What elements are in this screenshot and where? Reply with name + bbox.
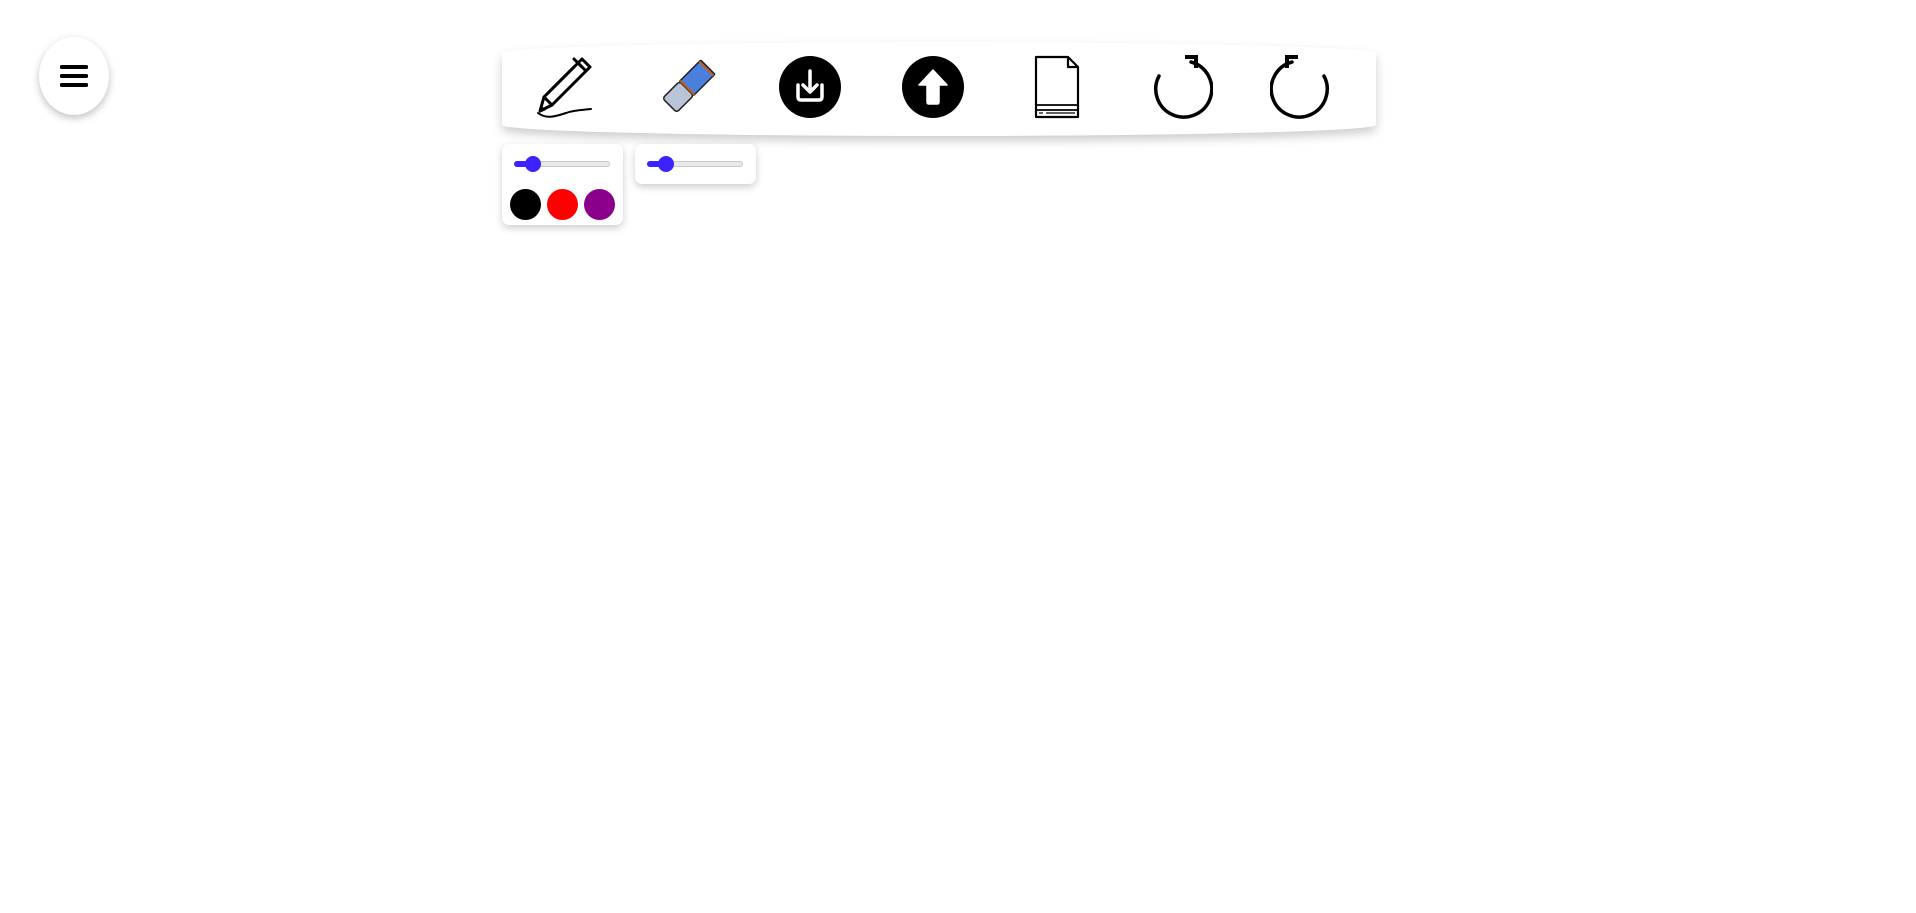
upload-icon [902, 56, 964, 118]
new-page-button[interactable] [1024, 54, 1090, 120]
pencil-icon [537, 57, 592, 118]
blank-page-icon [1034, 55, 1080, 119]
color-swatch-purple[interactable] [584, 189, 615, 220]
undo-button[interactable] [1147, 54, 1213, 120]
drawing-canvas[interactable] [0, 240, 1916, 913]
slider-thumb[interactable] [658, 156, 674, 172]
redo-icon [1270, 55, 1329, 119]
eraser-options-panel [635, 144, 756, 184]
color-swatch-black[interactable] [510, 189, 541, 220]
color-swatch-red[interactable] [547, 189, 578, 220]
menu-button[interactable] [39, 37, 109, 115]
upload-button[interactable] [900, 54, 966, 120]
pencil-tool-button[interactable] [532, 54, 598, 120]
pen-options-panel [502, 144, 623, 225]
hamburger-menu-icon [60, 65, 88, 87]
undo-icon [1154, 55, 1213, 119]
drawing-app [0, 0, 1916, 913]
save-button[interactable] [777, 54, 843, 120]
download-icon [779, 56, 841, 118]
eraser-icon [663, 59, 716, 112]
slider-thumb[interactable] [525, 156, 541, 172]
redo-button[interactable] [1270, 54, 1336, 120]
eraser-tool-button[interactable] [655, 54, 721, 120]
eraser-size-slider[interactable] [647, 156, 743, 172]
pen-size-slider[interactable] [514, 156, 610, 172]
toolbar [502, 42, 1376, 136]
